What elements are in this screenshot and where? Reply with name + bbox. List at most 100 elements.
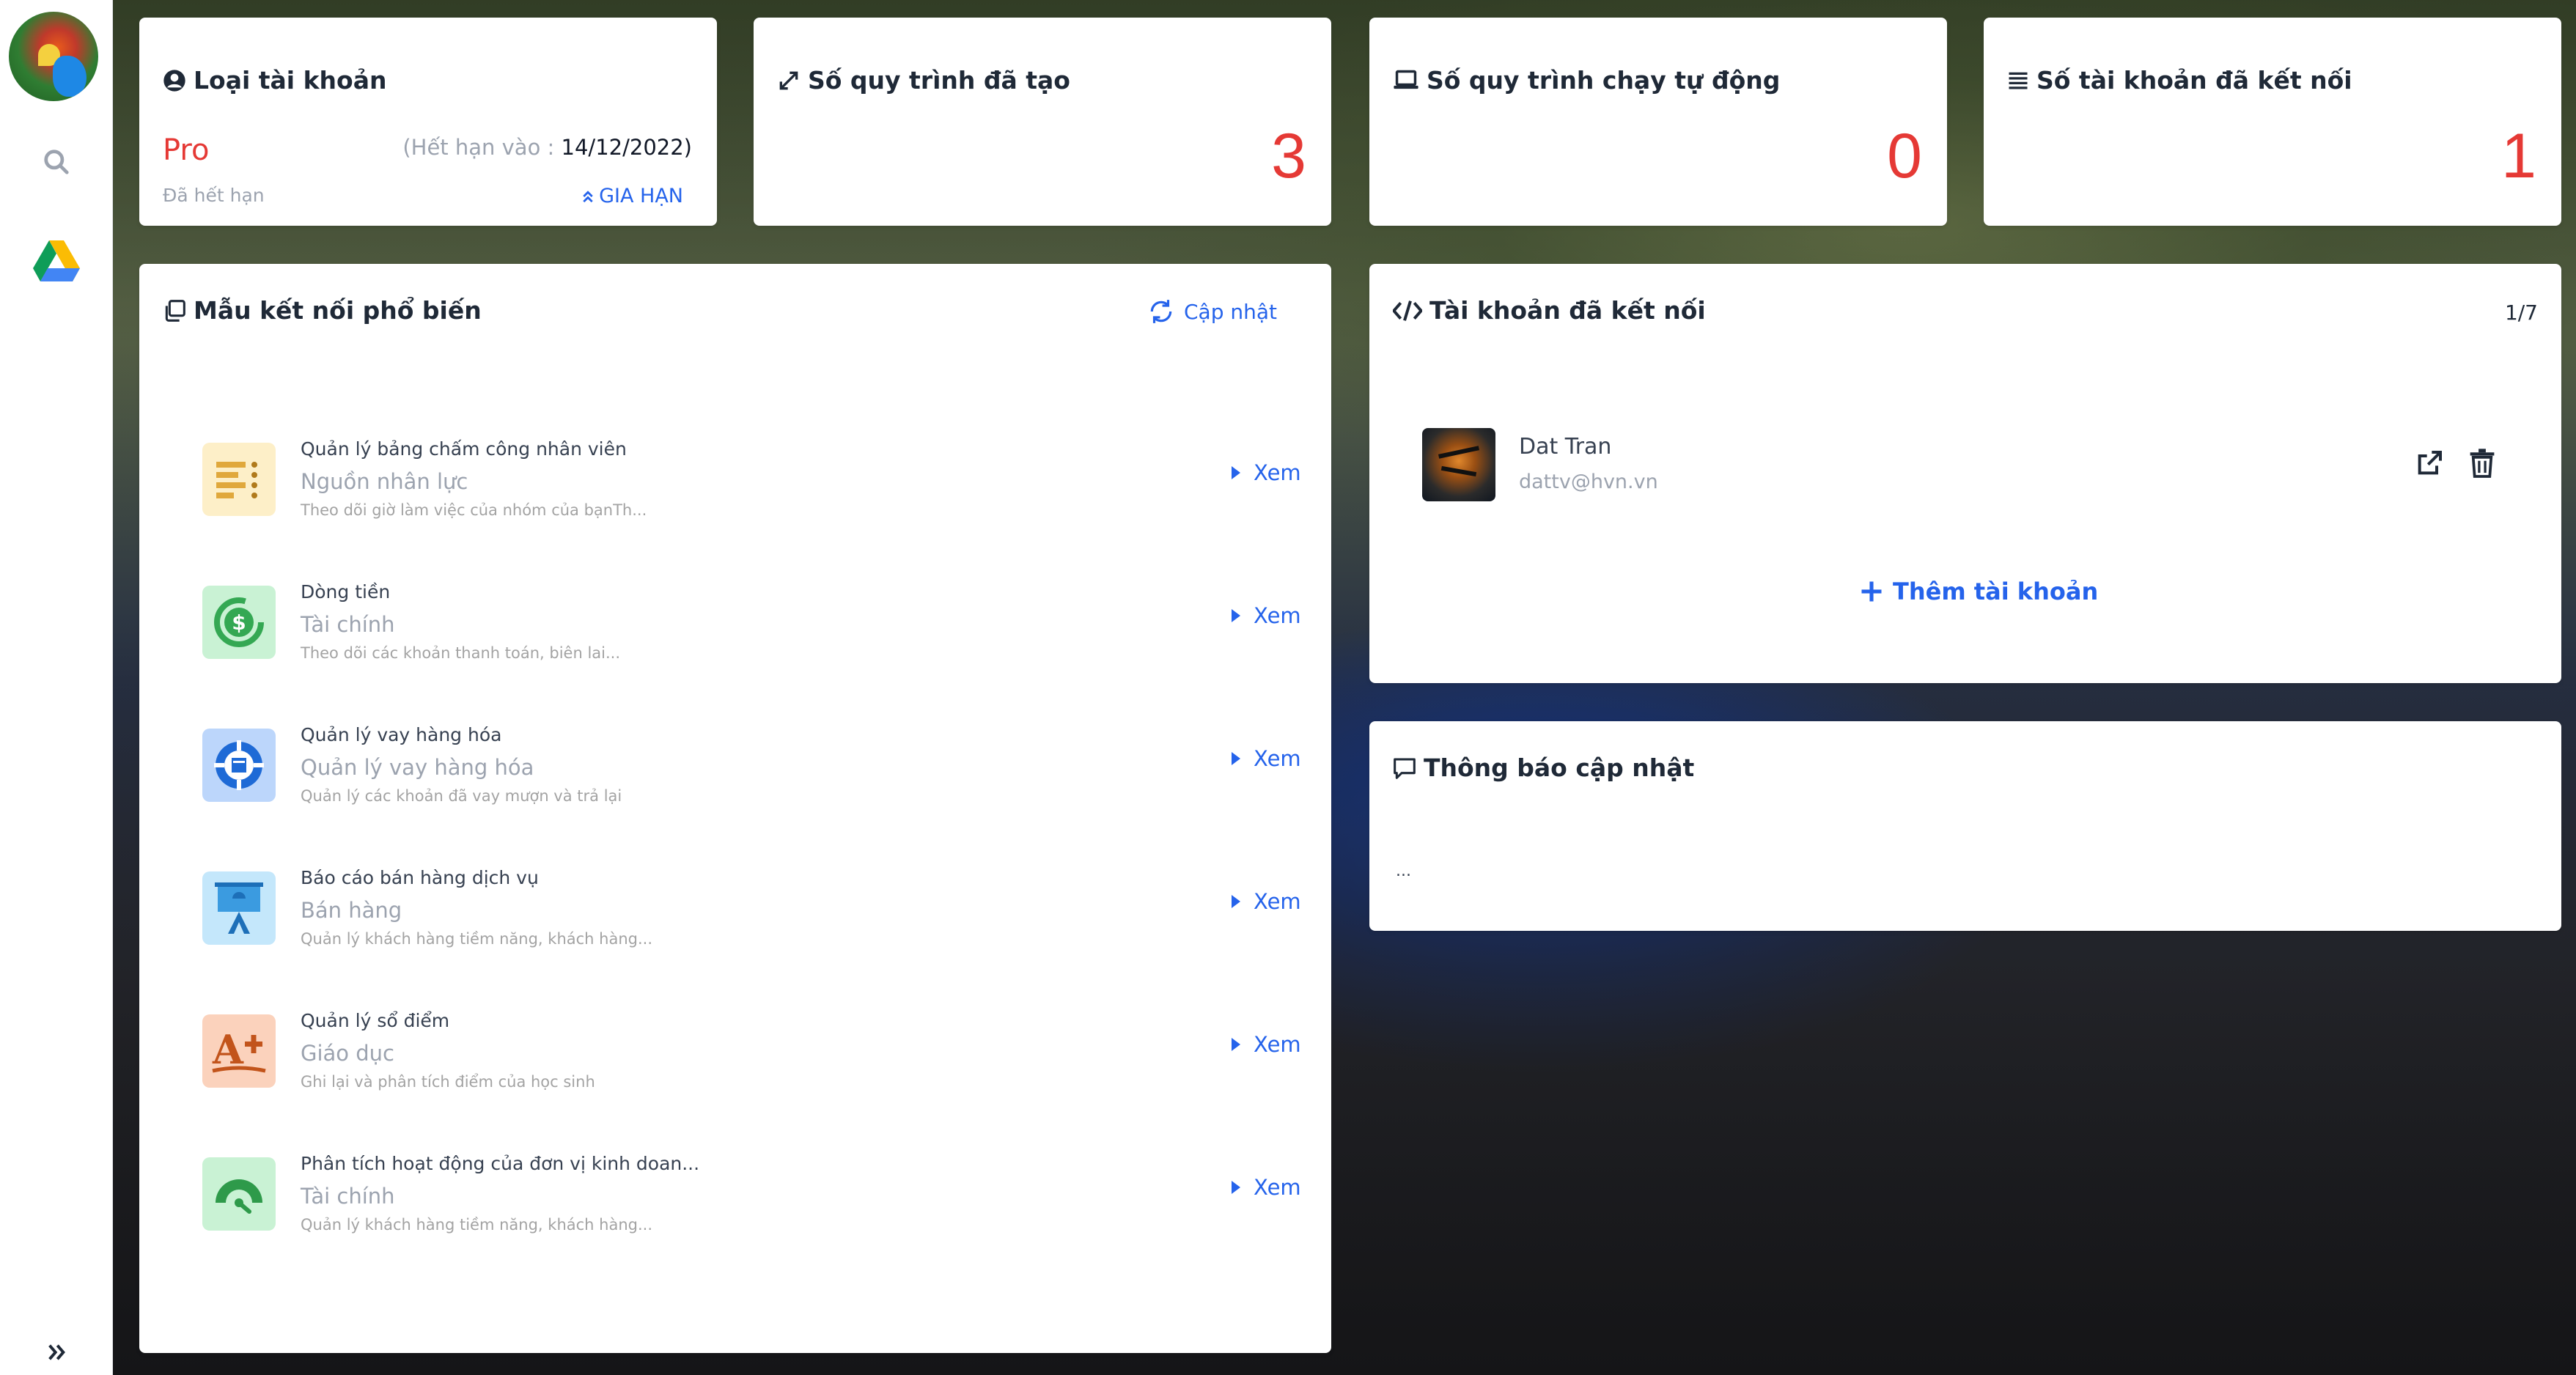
refresh-icon [1150,300,1172,323]
laptop-icon [1394,70,1418,89]
template-description: Theo dõi các khoản thanh toán, biên lai.… [301,644,621,662]
caret-right-icon [1232,895,1240,908]
grade-icon: A [202,1014,276,1088]
view-button[interactable]: Xem [1232,889,1301,914]
template-category: Tài chính [301,1184,395,1209]
accounts-connected-title: Số tài khoản đã kết nối [2007,66,2352,95]
connected-accounts-card: Tài khoản đã kết nối 1/7 Dat Tran dattv@… [1369,264,2561,683]
gauge-icon [202,1157,276,1231]
view-button[interactable]: Xem [1232,460,1301,485]
cashflow-icon: $ [202,586,276,659]
template-category: Tài chính [301,612,395,637]
caret-right-icon [1232,1181,1240,1194]
refresh-button[interactable]: Cập nhật [1147,298,1277,325]
search-icon[interactable] [38,144,75,180]
template-row[interactable]: Quản lý vay hàng hóa Quản lý vay hàng hó… [202,724,1301,853]
template-name: Dòng tiền [301,581,391,602]
accounts-connected-card: Số tài khoản đã kết nối 1 [1984,18,2561,226]
avatar-stripe [1438,446,1480,459]
user-circle-icon [163,69,185,92]
template-category: Bán hàng [301,898,402,923]
caret-right-icon [1232,752,1240,765]
view-button[interactable]: Xem [1232,1032,1301,1057]
sidebar [0,0,113,1375]
caret-right-icon [1232,1038,1240,1051]
workflows-created-title-text: Số quy trình đã tạo [808,66,1070,95]
caret-right-icon [1232,466,1240,479]
expand-icon[interactable] [38,1334,75,1371]
template-description: Ghi lại và phân tích điểm của học sinh [301,1073,595,1091]
sales-report-icon [202,871,276,945]
caret-right-icon [1232,609,1240,622]
template-row[interactable]: Quản lý bảng chấm công nhân viên Nguồn n… [202,438,1301,567]
view-label: Xem [1254,746,1301,771]
accounts-connected-value: 1 [2501,121,2536,191]
workflows-auto-value: 0 [1887,121,1922,191]
double-chevron-up-icon [583,190,593,202]
template-description: Theo dõi giờ làm việc của nhóm của bạnTh… [301,501,647,519]
template-category: Quản lý vay hàng hóa [301,755,534,780]
open-external-icon[interactable] [2415,449,2444,478]
account-name: Dat Tran [1519,434,1612,460]
template-description: Quản lý khách hàng tiềm năng, khách hàng… [301,1216,652,1234]
templates-title: Mẫu kết nối phổ biến [163,296,482,325]
expiry-date: 14/12/2022) [561,135,692,160]
view-label: Xem [1254,1175,1301,1200]
workflows-auto-title-text: Số quy trình chạy tự động [1427,66,1781,95]
workflows-auto-title: Số quy trình chạy tự động [1393,66,1780,95]
plus-icon [1861,581,1882,602]
workflows-created-value: 3 [1271,121,1306,191]
templates-title-text: Mẫu kết nối phổ biến [194,296,482,325]
loan-icon [202,729,276,802]
account-email: dattv@hvn.vn [1519,471,1658,493]
template-row[interactable]: A Quản lý sổ điểm Giáo dục Ghi lại và ph… [202,1010,1301,1139]
connected-accounts-title-text: Tài khoản đã kết nối [1429,296,1706,325]
view-label: Xem [1254,460,1301,485]
account-avatar [1422,428,1495,501]
google-drive-icon[interactable] [33,239,80,283]
template-row[interactable]: Báo cáo bán hàng dịch vụ Bán hàng Quản l… [202,867,1301,996]
view-button[interactable]: Xem [1232,1175,1301,1200]
view-button[interactable]: Xem [1232,603,1301,628]
account-type-title-text: Loại tài khoản [194,66,387,95]
template-row[interactable]: Phân tích hoạt động của đơn vị kinh doan… [202,1153,1301,1282]
add-account-button[interactable]: Thêm tài khoản [1861,578,2098,605]
workflows-created-title: Số quy trình đã tạo [777,66,1070,95]
workflows-auto-card: Số quy trình chạy tự động 0 [1369,18,1947,226]
list-icon [2009,72,2028,89]
account-type-card: Loại tài khoản Pro (Hết hạn vào : 14/12/… [139,18,717,226]
trash-icon[interactable] [2469,449,2495,478]
accounts-connected-title-text: Số tài khoản đã kết nối [2036,66,2352,95]
avatar-stripe [1440,465,1477,477]
view-label: Xem [1254,889,1301,914]
add-account-label: Thêm tài khoản [1893,578,2099,605]
refresh-label: Cập nhật [1183,299,1277,324]
view-button[interactable]: Xem [1232,746,1301,771]
template-name: Quản lý bảng chấm công nhân viên [301,438,627,460]
template-description: Quản lý các khoản đã vay mượn và trả lại [301,787,622,805]
renew-button[interactable]: GIA HẠN [581,185,683,207]
avatar[interactable] [9,12,98,101]
workflows-created-card: Số quy trình đã tạo 3 [754,18,1331,226]
svg-text:$: $ [232,611,246,635]
svg-text:A: A [212,1026,244,1073]
view-label: Xem [1254,603,1301,628]
template-name: Báo cáo bán hàng dịch vụ [301,867,539,888]
pager: 1/7 [2504,301,2538,325]
template-category: Giáo dục [301,1041,394,1066]
templates-card: Mẫu kết nối phổ biến Cập nhật Quản lý bả… [139,264,1331,1353]
connected-accounts-title: Tài khoản đã kết nối [1393,296,1706,325]
template-name: Quản lý sổ điểm [301,1010,450,1031]
updates-body: ... [1396,862,1411,880]
code-icon [1393,300,1422,321]
template-category: Nguồn nhân lực [301,469,468,494]
plan-name: Pro [163,133,210,167]
avatar-parrot-wing [53,56,87,97]
template-name: Quản lý vay hàng hóa [301,724,502,745]
account-status: Đã hết hạn [163,185,265,206]
timesheet-icon [202,443,276,516]
updates-title: Thông báo cập nhật [1393,753,1694,782]
account-type-title: Loại tài khoản [163,66,386,95]
expiry-info: (Hết hạn vào : 14/12/2022) [402,135,692,160]
template-row[interactable]: $ Dòng tiền Tài chính Theo dõi các khoản… [202,581,1301,710]
